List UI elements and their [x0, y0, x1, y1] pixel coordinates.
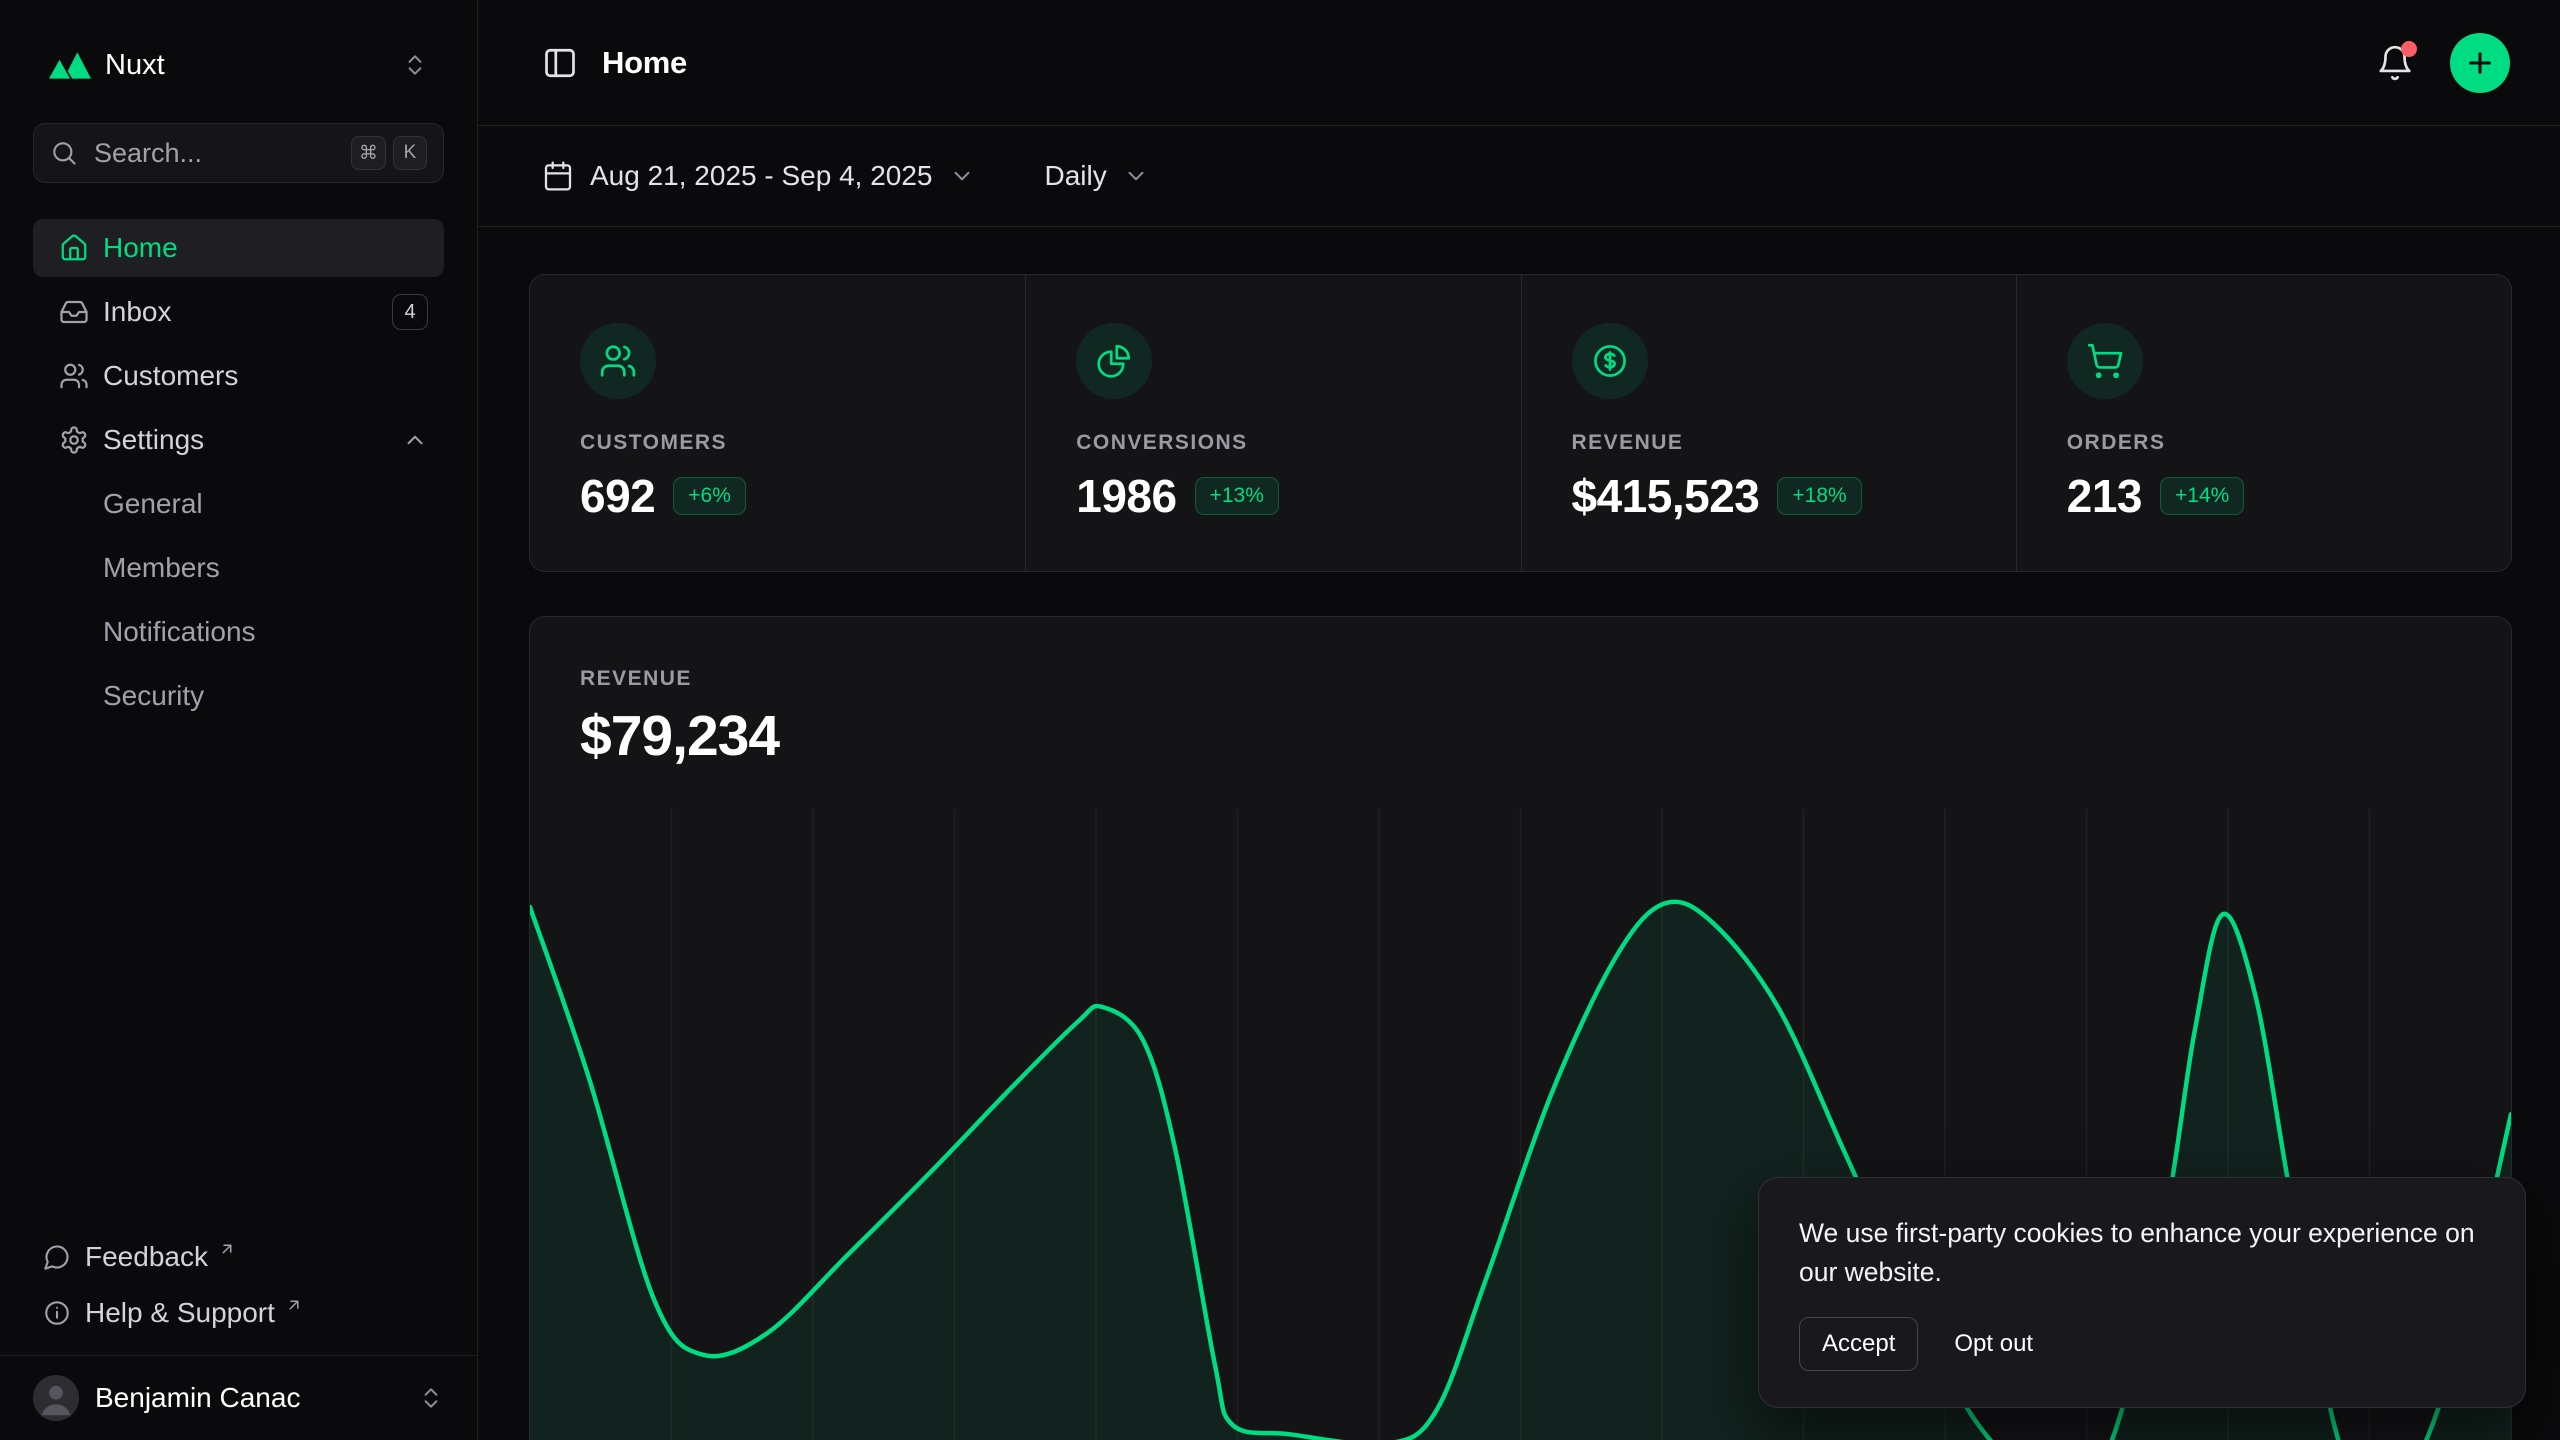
stat-value: 213 — [2067, 469, 2142, 523]
cookie-actions: Accept Opt out — [1799, 1317, 2485, 1371]
search-placeholder: Search... — [94, 138, 202, 169]
help-support-link[interactable]: Help & Support — [33, 1285, 444, 1341]
dollar-circle-icon — [1572, 323, 1648, 399]
stat-delta-badge: +14% — [2160, 477, 2244, 515]
sidebar-item-home[interactable]: Home — [33, 219, 444, 277]
sidebar-item-settings[interactable]: Settings — [33, 411, 444, 469]
inbox-count-badge: 4 — [392, 294, 428, 330]
search-shortcut: ⌘ K — [351, 136, 427, 170]
gear-icon — [59, 425, 89, 455]
calendar-icon — [542, 160, 574, 192]
kbd-meta-key: ⌘ — [351, 136, 386, 170]
stat-label: CUSTOMERS — [580, 431, 975, 455]
revenue-chart-total: $79,234 — [580, 703, 2461, 769]
chevron-down-icon — [1123, 163, 1149, 189]
stat-delta-badge: +13% — [1195, 477, 1279, 515]
inbox-icon — [59, 297, 89, 327]
accept-button[interactable]: Accept — [1799, 1317, 1918, 1371]
kbd-k-key: K — [393, 136, 427, 170]
sidebar-item-general[interactable]: General — [33, 475, 444, 533]
notifications-button[interactable] — [2376, 44, 2414, 82]
stat-card-revenue[interactable]: REVENUE $415,523 +18% — [1521, 275, 2016, 571]
date-range-label: Aug 21, 2025 - Sep 4, 2025 — [590, 160, 933, 192]
stat-label: REVENUE — [1572, 431, 1966, 455]
chart-pie-icon — [1076, 323, 1152, 399]
nuxt-logo-icon — [49, 50, 91, 80]
granularity-label: Daily — [1045, 160, 1107, 192]
revenue-chart-label: REVENUE — [580, 667, 2461, 691]
workspace-name: Nuxt — [105, 49, 165, 82]
feedback-label: Feedback — [85, 1241, 208, 1273]
sidebar: Nuxt Search... ⌘ K Home — [0, 0, 478, 1440]
stat-card-customers[interactable]: CUSTOMERS 692 +6% — [530, 275, 1025, 571]
search-input[interactable]: Search... ⌘ K — [33, 123, 444, 183]
sidebar-nav: Home Inbox 4 Customers Settings — [33, 219, 444, 731]
header-actions — [2376, 33, 2510, 93]
stats-grid: CUSTOMERS 692 +6% CONVERSIONS 1986 +13% — [529, 274, 2512, 572]
sidebar-footer: Feedback Help & Support — [33, 1229, 444, 1355]
page-title: Home — [602, 45, 687, 81]
chevron-up-down-icon — [402, 52, 428, 78]
opt-out-button[interactable]: Opt out — [1954, 1330, 2033, 1358]
nav-label-home: Home — [103, 232, 178, 264]
workspace-selector[interactable]: Nuxt — [33, 33, 444, 97]
users-icon — [59, 361, 89, 391]
feedback-link[interactable]: Feedback — [33, 1229, 444, 1285]
user-avatar — [33, 1375, 79, 1421]
user-name: Benjamin Canac — [95, 1382, 300, 1414]
external-link-icon — [218, 1240, 236, 1258]
sidebar-item-customers[interactable]: Customers — [33, 347, 444, 405]
chevron-down-icon — [949, 163, 975, 189]
nav-label-inbox: Inbox — [103, 296, 172, 328]
sidebar-item-members[interactable]: Members — [33, 539, 444, 597]
filters-toolbar: Aug 21, 2025 - Sep 4, 2025 Daily — [478, 126, 2560, 227]
stat-delta-badge: +6% — [673, 477, 746, 515]
cookie-banner: We use first-party cookies to enhance yo… — [1758, 1177, 2526, 1408]
search-icon — [50, 139, 78, 167]
chat-bubble-icon — [43, 1243, 71, 1271]
stat-value: $415,523 — [1572, 469, 1760, 523]
date-range-picker[interactable]: Aug 21, 2025 - Sep 4, 2025 — [542, 160, 975, 192]
sidebar-item-inbox[interactable]: Inbox 4 — [33, 283, 444, 341]
notification-dot — [2401, 41, 2417, 57]
info-circle-icon — [43, 1299, 71, 1327]
users-icon — [580, 323, 656, 399]
stat-card-conversions[interactable]: CONVERSIONS 1986 +13% — [1025, 275, 1520, 571]
user-menu[interactable]: Benjamin Canac — [0, 1355, 477, 1440]
chevron-up-down-icon — [418, 1385, 444, 1411]
stat-value: 1986 — [1076, 469, 1176, 523]
add-button[interactable] — [2450, 33, 2510, 93]
external-link-icon — [285, 1296, 303, 1314]
granularity-select[interactable]: Daily — [1045, 160, 1149, 192]
sidebar-item-notifications[interactable]: Notifications — [33, 603, 444, 661]
help-support-label: Help & Support — [85, 1297, 275, 1329]
stat-label: CONVERSIONS — [1076, 431, 1470, 455]
nav-label-customers: Customers — [103, 360, 238, 392]
sidebar-item-security[interactable]: Security — [33, 667, 444, 725]
chevron-up-icon — [402, 427, 428, 453]
panel-toggle-icon[interactable] — [542, 45, 578, 81]
stat-value: 692 — [580, 469, 655, 523]
nav-label-settings: Settings — [103, 424, 204, 456]
stat-label: ORDERS — [2067, 431, 2461, 455]
home-icon — [59, 233, 89, 263]
shopping-cart-icon — [2067, 323, 2143, 399]
stat-card-orders[interactable]: ORDERS 213 +14% — [2016, 275, 2511, 571]
stat-delta-badge: +18% — [1777, 477, 1861, 515]
page-header: Home — [478, 0, 2560, 126]
cookie-message: We use first-party cookies to enhance yo… — [1799, 1214, 2485, 1291]
